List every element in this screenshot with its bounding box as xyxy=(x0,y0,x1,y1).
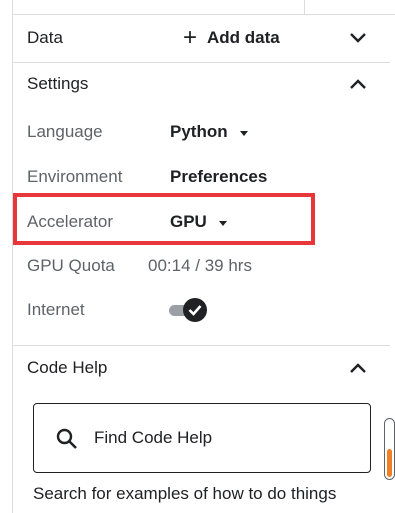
language-dropdown[interactable]: Python xyxy=(170,122,248,142)
code-help-section-header[interactable]: Code Help xyxy=(13,352,390,384)
internet-toggle[interactable] xyxy=(169,298,209,322)
language-label: Language xyxy=(27,122,103,141)
add-data-label: Add data xyxy=(207,28,280,47)
language-value: Python xyxy=(170,122,228,141)
code-help-section-title: Code Help xyxy=(27,358,108,377)
environment-preferences-link[interactable]: Preferences xyxy=(170,167,267,187)
internet-setting: Internet xyxy=(27,295,390,325)
caret-down-icon xyxy=(239,130,248,136)
section-divider xyxy=(13,345,390,346)
add-data-button[interactable]: + Add data xyxy=(183,26,280,50)
code-help-description: Search for examples of how to do things xyxy=(33,484,337,503)
data-section-title: Data xyxy=(27,28,63,47)
accelerator-highlight-box xyxy=(13,193,315,245)
code-help-search-input[interactable]: Find Code Help xyxy=(33,403,371,473)
plus-icon: + xyxy=(183,24,198,51)
search-icon xyxy=(56,428,78,455)
section-divider xyxy=(13,62,390,63)
editor-side-panel: Data + Add data Settings Language Python… xyxy=(0,0,395,513)
environment-setting: Environment Preferences xyxy=(27,162,390,192)
scrollbar[interactable] xyxy=(384,418,395,480)
gpu-quota-label: GPU Quota xyxy=(27,256,115,275)
checkmark-icon xyxy=(183,298,207,322)
chevron-down-icon[interactable] xyxy=(348,28,368,48)
settings-section-title: Settings xyxy=(27,74,89,93)
chevron-up-icon[interactable] xyxy=(348,74,368,94)
gpu-quota-value: 00:14 / 39 hrs xyxy=(148,256,252,275)
internet-label: Internet xyxy=(27,300,85,319)
top-strip xyxy=(12,0,395,15)
top-strip-divider xyxy=(304,0,305,14)
chevron-up-icon[interactable] xyxy=(348,358,368,378)
gpu-quota-setting: GPU Quota 00:14 / 39 hrs xyxy=(27,251,390,281)
settings-section-header[interactable]: Settings xyxy=(13,68,390,100)
scrollbar-thumb[interactable] xyxy=(387,449,392,477)
data-section-header[interactable]: Data + Add data xyxy=(13,22,390,54)
language-setting: Language Python xyxy=(27,117,390,147)
environment-label: Environment xyxy=(27,167,123,186)
search-placeholder: Find Code Help xyxy=(94,428,213,447)
